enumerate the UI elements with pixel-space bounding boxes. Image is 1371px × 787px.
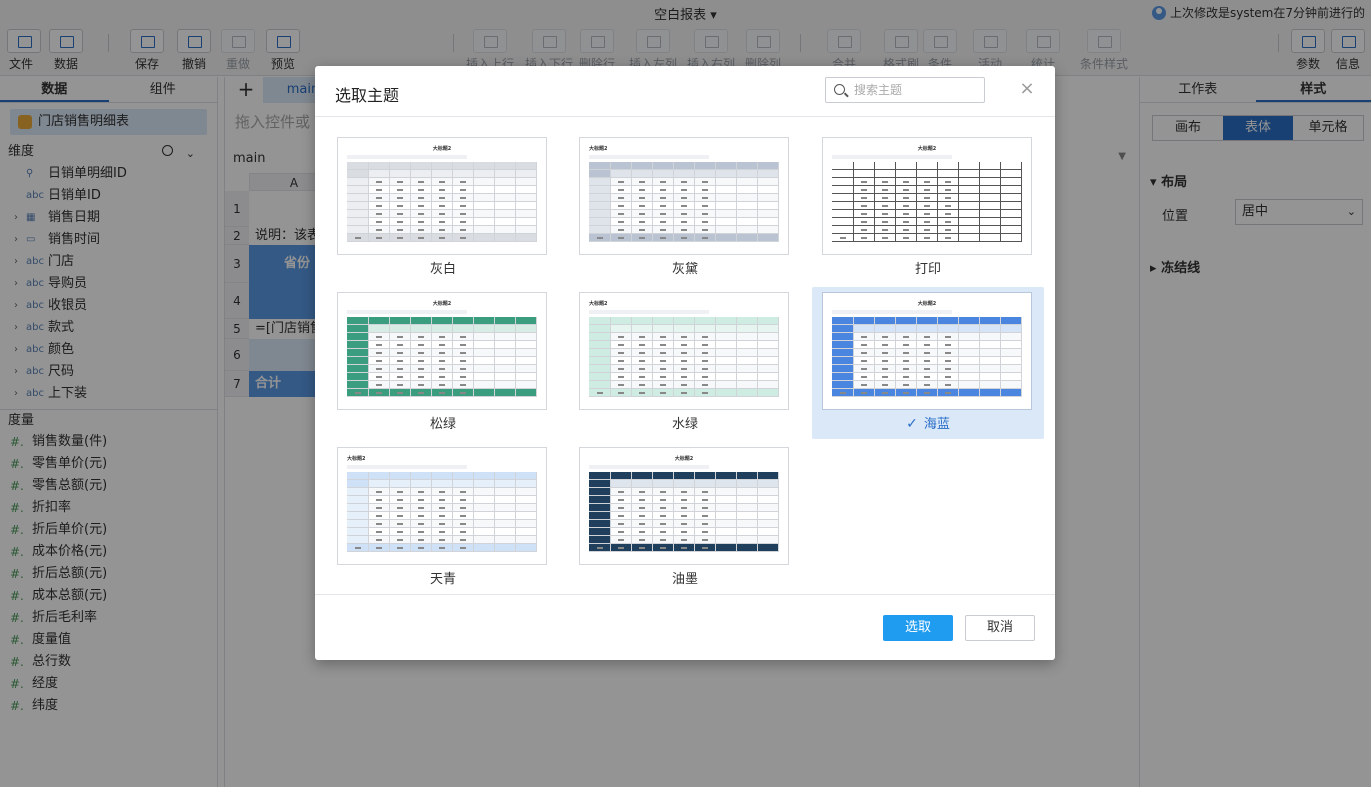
theme-name: 水绿: [671, 417, 698, 432]
theme-search: [825, 77, 985, 103]
cancel-button[interactable]: 取消: [965, 615, 1035, 641]
preview-table: [832, 317, 1022, 397]
preview-table: [589, 472, 779, 552]
preview-title: 大标题2: [432, 301, 452, 307]
preview-table: [832, 162, 1022, 242]
select-button[interactable]: 选取: [883, 615, 953, 641]
theme-label: 灰黛: [569, 258, 801, 277]
theme-preview: 大标题2: [337, 137, 547, 255]
preview-subtitle: [832, 310, 952, 314]
check-icon: ✓: [906, 416, 918, 432]
preview-title: 大标题2: [674, 456, 694, 462]
theme-name: 油墨: [671, 572, 698, 587]
theme-name: 松绿: [429, 417, 456, 432]
preview-subtitle: [832, 155, 952, 159]
preview-subtitle: [347, 465, 467, 469]
divider: [315, 116, 1055, 117]
theme-label: 天青: [327, 568, 559, 587]
theme-card[interactable]: 大标题2 松绿: [327, 287, 559, 439]
preview-title: 大标题2: [347, 456, 366, 462]
theme-name: 灰白: [429, 262, 456, 277]
search-icon: [834, 84, 845, 95]
theme-label: 油墨: [569, 568, 801, 587]
preview-title: 大标题2: [917, 301, 937, 307]
theme-picker-dialog: 选取主题 × 大标题2灰白大标题2灰黛大标题2打印大标题2松绿大标题2水绿大标题…: [315, 66, 1055, 660]
preview-table: [347, 162, 537, 242]
preview-subtitle: [589, 155, 709, 159]
theme-label: 水绿: [569, 413, 801, 432]
preview-title: 大标题2: [589, 146, 608, 152]
theme-name: 天青: [429, 572, 456, 587]
theme-label: 松绿: [327, 413, 559, 432]
preview-subtitle: [347, 310, 467, 314]
theme-label: 打印: [812, 258, 1044, 277]
theme-card[interactable]: 大标题2 灰白: [327, 132, 559, 284]
preview-table: [347, 317, 537, 397]
theme-preview: 大标题2: [337, 447, 547, 565]
theme-card[interactable]: 大标题2 水绿: [569, 287, 801, 439]
close-icon[interactable]: ×: [1017, 79, 1037, 99]
dialog-title: 选取主题: [335, 86, 400, 105]
preview-subtitle: [589, 465, 709, 469]
theme-card[interactable]: 大标题2 打印: [812, 132, 1044, 284]
theme-preview: 大标题2: [822, 292, 1032, 410]
theme-search-input[interactable]: [854, 81, 980, 99]
preview-title: 大标题2: [589, 301, 608, 307]
preview-table: [589, 317, 779, 397]
theme-preview: 大标题2: [822, 137, 1032, 255]
theme-name: 打印: [914, 262, 941, 277]
theme-card[interactable]: 大标题2 ✓ 海蓝: [812, 287, 1044, 439]
preview-title: 大标题2: [917, 146, 937, 152]
theme-name: 海蓝: [923, 417, 950, 432]
theme-preview: 大标题2: [579, 292, 789, 410]
preview-table: [347, 472, 537, 552]
divider: [315, 594, 1055, 595]
theme-card[interactable]: 大标题2 灰黛: [569, 132, 801, 284]
preview-subtitle: [347, 155, 467, 159]
theme-name: 灰黛: [671, 262, 698, 277]
theme-label: 灰白: [327, 258, 559, 277]
preview-subtitle: [589, 310, 709, 314]
theme-card[interactable]: 大标题2 油墨: [569, 442, 801, 594]
theme-card[interactable]: 大标题2 天青: [327, 442, 559, 594]
theme-preview: 大标题2: [579, 137, 789, 255]
theme-label: ✓ 海蓝: [812, 413, 1044, 432]
preview-title: 大标题2: [432, 146, 452, 152]
preview-table: [589, 162, 779, 242]
theme-preview: 大标题2: [337, 292, 547, 410]
theme-preview: 大标题2: [579, 447, 789, 565]
